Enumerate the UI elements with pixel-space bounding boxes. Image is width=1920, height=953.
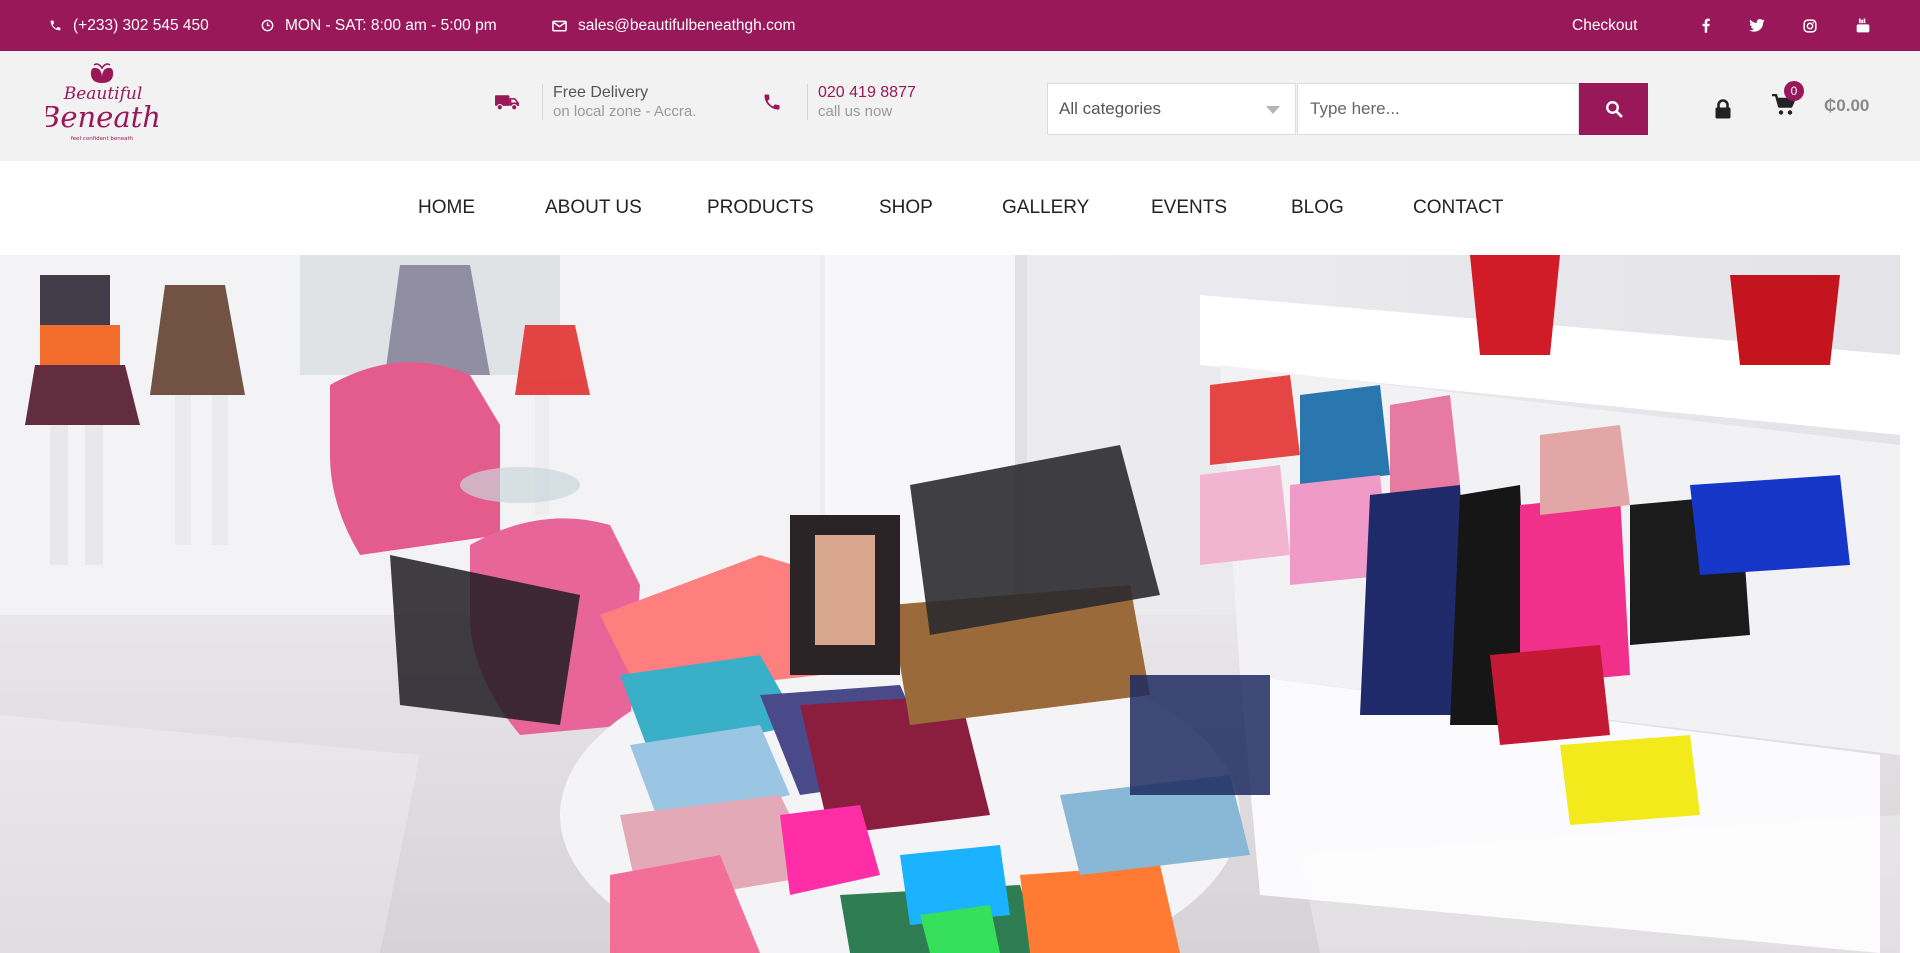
store-interior-illustration bbox=[0, 255, 1900, 953]
site-header: Beautiful Beneath feel confident beneath… bbox=[0, 51, 1920, 161]
nav-item-home[interactable]: HOME bbox=[418, 161, 475, 255]
info-divider bbox=[807, 84, 808, 120]
call-number: 020 419 8877 bbox=[818, 84, 916, 101]
search-input[interactable] bbox=[1297, 83, 1579, 135]
checkout-link[interactable]: Checkout bbox=[1572, 0, 1637, 51]
twitter-icon bbox=[1749, 19, 1765, 32]
chevron-down-icon bbox=[1266, 106, 1280, 114]
main-nav: HOME ABOUT US PRODUCTS SHOP GALLERY EVEN… bbox=[0, 161, 1920, 255]
search-icon bbox=[1605, 101, 1622, 118]
truck-icon-wrap bbox=[494, 93, 520, 111]
nav-item-about-us[interactable]: ABOUT US bbox=[545, 161, 642, 255]
youtube-icon bbox=[1856, 18, 1870, 33]
top-bar: (+233) 302 545 450 MON - SAT: 8:00 am - … bbox=[0, 0, 1920, 51]
free-delivery-info: Free Delivery on local zone - Accra. bbox=[494, 81, 696, 123]
twitter-link[interactable] bbox=[1747, 0, 1767, 51]
top-email-text: sales@beautifulbeneathgh.com bbox=[578, 16, 796, 34]
account-lock-button[interactable] bbox=[1712, 96, 1734, 122]
delivery-title: Free Delivery bbox=[553, 84, 649, 101]
phone-icon bbox=[50, 20, 61, 31]
clock-icon bbox=[261, 19, 274, 32]
lock-icon bbox=[1715, 99, 1731, 119]
svg-text:feel confident beneath: feel confident beneath bbox=[71, 136, 134, 142]
delivery-text: Free Delivery on local zone - Accra. bbox=[553, 83, 696, 121]
nav-item-events[interactable]: EVENTS bbox=[1151, 161, 1227, 255]
call-text: 020 419 8877 call us now bbox=[818, 83, 916, 121]
top-phone-text: (+233) 302 545 450 bbox=[73, 16, 209, 34]
truck-icon bbox=[494, 95, 519, 111]
top-phone[interactable]: (+233) 302 545 450 bbox=[49, 0, 209, 51]
facebook-link[interactable] bbox=[1696, 0, 1716, 51]
checkout-label: Checkout bbox=[1572, 16, 1638, 34]
search-button[interactable] bbox=[1579, 83, 1648, 135]
envelope-icon bbox=[552, 20, 567, 31]
nav-item-contact[interactable]: CONTACT bbox=[1413, 161, 1503, 255]
hero-store-image bbox=[0, 255, 1900, 953]
phone-icon bbox=[764, 94, 780, 110]
instagram-link[interactable] bbox=[1800, 0, 1820, 51]
call-info[interactable]: 020 419 8877 call us now bbox=[759, 81, 916, 123]
instagram-icon bbox=[1803, 18, 1817, 33]
nav-item-shop[interactable]: SHOP bbox=[879, 161, 933, 255]
site-logo[interactable]: Beautiful Beneath feel confident beneath bbox=[38, 59, 161, 145]
youtube-link[interactable] bbox=[1853, 0, 1873, 51]
nav-item-blog[interactable]: BLOG bbox=[1291, 161, 1344, 255]
call-subtitle: call us now bbox=[818, 103, 893, 120]
category-select-value: All categories bbox=[1059, 99, 1162, 118]
phone-icon-wrap bbox=[759, 92, 785, 112]
cart-count-badge: 0 bbox=[1784, 81, 1804, 101]
cart-total[interactable]: ₵0.00 bbox=[1824, 96, 1869, 116]
facebook-icon bbox=[1702, 18, 1710, 33]
nav-item-products[interactable]: PRODUCTS bbox=[707, 161, 814, 255]
delivery-subtitle: on local zone - Accra. bbox=[553, 103, 697, 120]
logo-mark: Beautiful Beneath feel confident beneath bbox=[38, 63, 161, 142]
top-email[interactable]: sales@beautifulbeneathgh.com bbox=[552, 0, 795, 51]
nav-item-gallery[interactable]: GALLERY bbox=[1002, 161, 1089, 255]
top-hours: MON - SAT: 8:00 am - 5:00 pm bbox=[261, 0, 497, 51]
top-hours-text: MON - SAT: 8:00 am - 5:00 pm bbox=[285, 16, 497, 34]
info-divider bbox=[542, 84, 543, 120]
category-select[interactable]: All categories bbox=[1047, 83, 1296, 135]
page-scrollbar[interactable] bbox=[1900, 255, 1920, 953]
svg-text:Beneath: Beneath bbox=[46, 100, 158, 134]
